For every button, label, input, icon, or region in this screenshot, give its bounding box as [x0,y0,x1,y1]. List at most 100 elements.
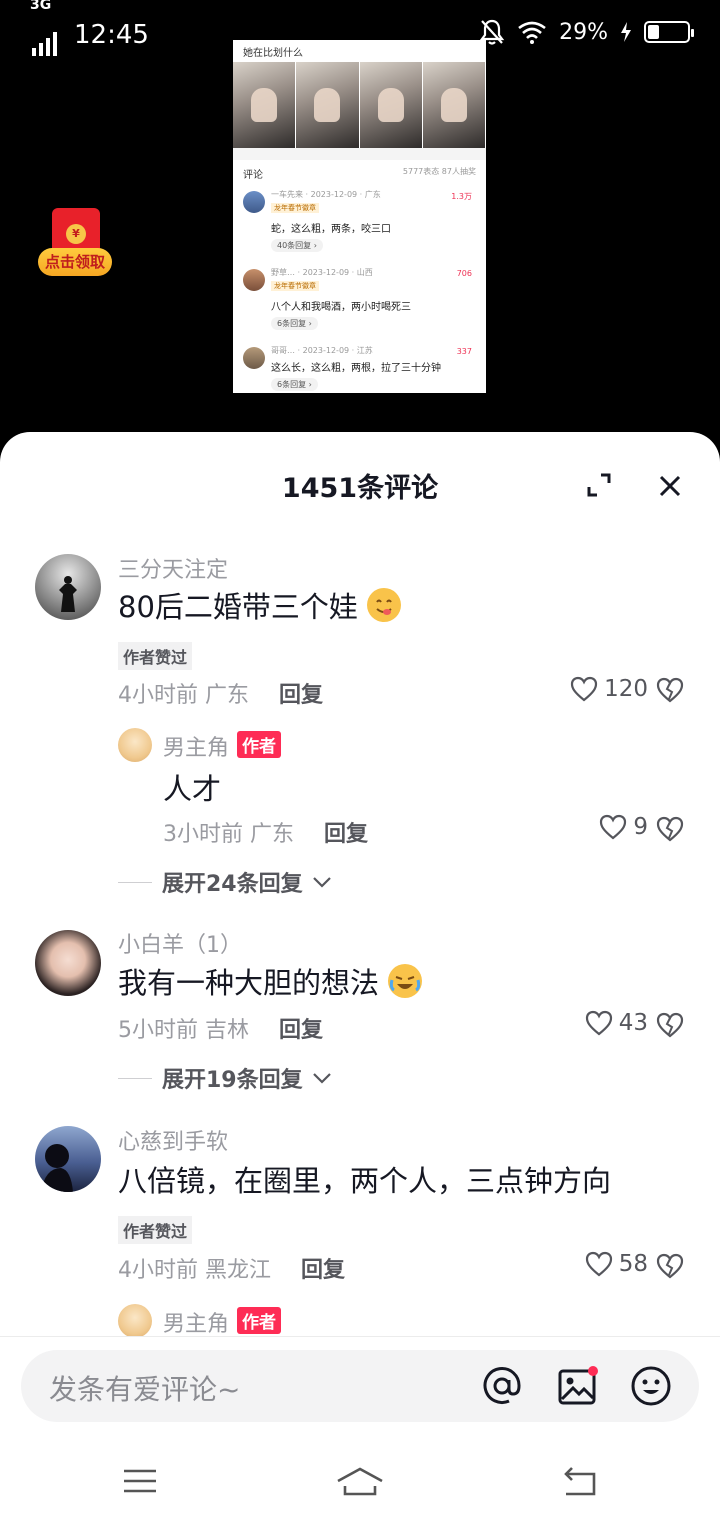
video-comment-more: 6条回复 › [271,317,318,330]
at-icon[interactable] [481,1365,523,1407]
video-comment-more: 6条回复 › [271,378,318,391]
video-section-title: 评论 [243,170,263,181]
reply-button[interactable]: 回复 [279,1018,323,1043]
video-stats: 5777表态 87人抽奖 [402,167,476,176]
video-comment-text: 八个人和我喝酒，两小时喝死三 [271,302,411,313]
comment-meta: 5小时前 吉林 回复 [118,1012,323,1044]
status-left: 3G 12:45 [30,0,149,56]
author-tag: 作者 [237,731,282,758]
emoji-icon [388,964,423,998]
reply-author-name: 男主角 [163,1312,230,1337]
avatar[interactable] [35,554,101,620]
video-comment-more: 40条回复 › [271,239,323,252]
comment-text: 80后二婚带三个娃 [118,584,402,626]
broken-heart-icon[interactable] [656,676,684,704]
avatar[interactable] [118,1304,152,1338]
video-comment-name: 野草… · 2023-12-09 · 山西 [271,268,373,277]
expand-replies-button[interactable]: 展开19条回复 [118,1062,333,1094]
author-liked-badge: 作者赞过 [118,1216,193,1244]
like-button[interactable]: 120 [570,676,648,702]
video-comment-likes: 706 [456,269,472,278]
reply-time-location: 3小时前 广东 [163,822,294,847]
like-count: 120 [604,676,648,702]
video-comment-likes: 1.3万 [451,192,472,201]
red-packet-button[interactable]: ¥ 点击领取 [38,206,112,276]
chevron-down-icon [312,877,331,888]
video-frame[interactable]: 她在比划什么 评论 5777表态 87人抽奖 一车先来 · 2023-12-09… [233,40,486,393]
comment-meta: 4小时前 黑龙江 回复 [118,1252,345,1284]
video-comment: 一车先来 · 2023-12-09 · 广东 龙年春节徽章 蛇，这么粗，两条，咬… [233,187,486,265]
video-comment-avatar [243,191,265,213]
like-count: 58 [618,1251,648,1277]
wifi-icon [518,21,546,44]
like-button[interactable]: 58 [585,1251,648,1277]
video-photo [422,62,486,148]
battery-percent: 29% [559,19,608,45]
chevron-down-icon [312,1073,331,1084]
signal-icon [32,30,57,56]
video-comment-avatar [243,347,265,369]
comment-text: 八倍镜，在圈里，两个人，三点钟方向 [118,1164,612,1198]
reply-button[interactable]: 回复 [301,1258,345,1283]
comment-author[interactable]: 心慈到手软 [118,1124,228,1156]
comment-time-location: 4小时前 黑龙江 [118,1258,271,1283]
reply-author[interactable]: 男主角 作者 [163,730,282,762]
emoji-icon[interactable] [630,1365,672,1407]
reply-text: 人才 [163,772,222,806]
video-comment-name: 哥哥… · 2023-12-09 · 江苏 [271,346,373,355]
close-icon[interactable] [654,470,686,502]
author-tag: 作者 [237,1307,282,1334]
like-button[interactable]: 43 [585,1010,648,1036]
video-comment: 哥哥… · 2023-12-09 · 江苏 这么长，这么粗，两根，拉了三十分钟 … [233,343,486,393]
screen: 3G 12:45 29% 她在比划什么 评论 5777表态 87人抽奖 一车先来… [0,0,720,1520]
like-count: 43 [618,1010,648,1036]
video-comment-text: 这么长，这么粗，两根，拉了三十分钟 [271,363,441,374]
avatar-figure [59,576,77,612]
video-photo [233,62,297,148]
battery-icon [644,21,694,43]
navigation-bar [0,1446,720,1520]
image-icon[interactable] [557,1365,599,1407]
clock: 12:45 [74,20,149,50]
comment-author[interactable]: 三分天注定 [118,552,228,584]
home-icon[interactable] [335,1464,385,1498]
avatar[interactable] [35,930,101,996]
video-comment-text: 蛇，这么粗，两条，咬三口 [271,224,391,235]
video-photo [359,62,423,148]
expand-replies-label: 展开19条回复 [162,1068,303,1093]
reply-button[interactable]: 回复 [324,822,368,847]
heart-icon [600,814,627,840]
divider-line [118,881,152,883]
expand-icon[interactable] [584,470,614,500]
avatar[interactable] [118,728,152,762]
video-gap [233,148,486,160]
comment-time-location: 5小时前 吉林 [118,1018,249,1043]
comment-time-location: 4小时前 广东 [118,683,249,708]
avatar[interactable] [35,1126,101,1192]
coin-icon: ¥ [66,224,86,244]
reply-author[interactable]: 男主角 作者 [163,1306,282,1338]
comment-author[interactable]: 小白羊（1） [118,927,242,959]
network-type: 3G [30,0,52,13]
heart-icon [585,1010,612,1036]
expand-replies-button[interactable]: 展开24条回复 [118,866,333,898]
divider-line [118,1077,152,1079]
broken-heart-icon[interactable] [656,1011,684,1039]
yum-emoji-icon [368,589,401,621]
comment-text-content: 80后二婚带三个娃 [118,590,358,624]
emoji-icon [367,588,402,622]
status-right: 29% [479,18,694,46]
broken-heart-icon[interactable] [656,1252,684,1280]
avatar-figure [41,1144,73,1192]
broken-heart-icon[interactable] [656,815,684,843]
like-button[interactable]: 9 [599,814,648,840]
video-comment-name: 一车先来 · 2023-12-09 · 广东 [271,190,381,199]
comments-sheet: 1451条评论 三分天注定 80后二婚带三个娃 作者赞过 4小时前 广东回复 [0,432,720,1520]
crying-laugh-emoji-icon [389,965,422,997]
comment-input[interactable]: 发条有爱评论~ [21,1350,699,1422]
back-icon[interactable] [560,1464,600,1498]
video-caption: 她在比划什么 [243,48,303,59]
reply-button[interactable]: 回复 [279,683,323,708]
menu-icon[interactable] [120,1464,160,1498]
red-packet-label: 点击领取 [38,248,112,276]
